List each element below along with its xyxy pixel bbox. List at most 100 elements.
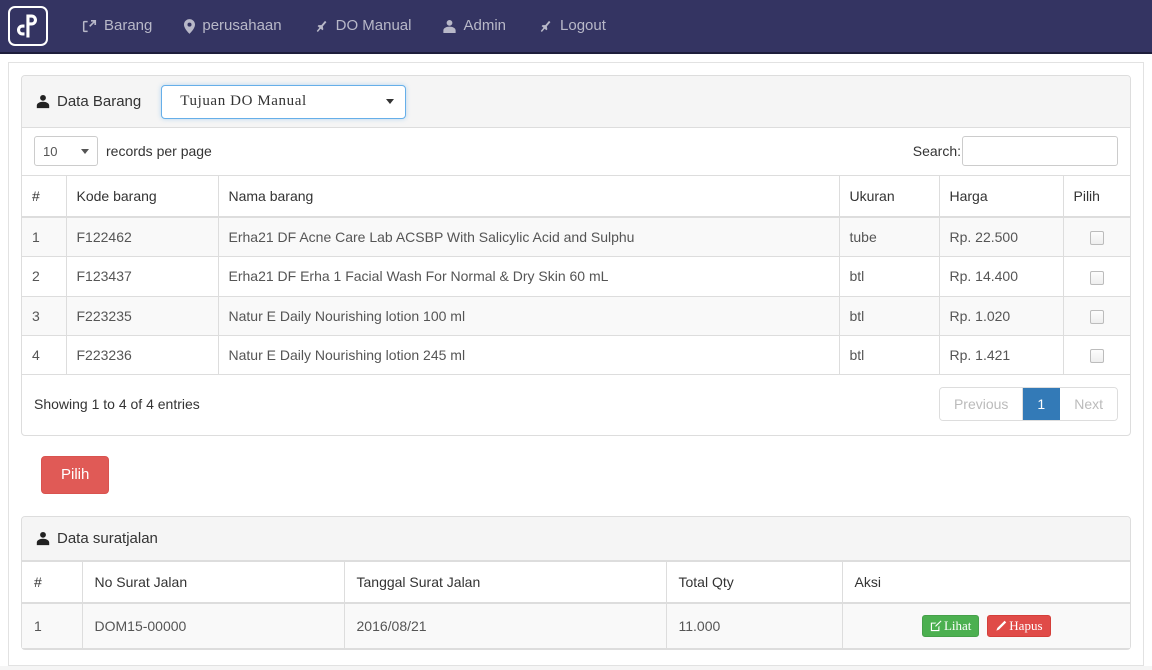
cell-aksi: Lihat Hapus [842, 603, 1130, 649]
cell-ukuran: tube [839, 217, 939, 257]
row-checkbox[interactable] [1090, 231, 1104, 245]
nav-item-do-manual[interactable]: DO Manual [298, 0, 428, 53]
row-checkbox[interactable] [1090, 349, 1104, 363]
col-header-harga: Harga [939, 176, 1063, 218]
col-header-ukuran: Ukuran [839, 176, 939, 218]
cell-no: 1 [22, 217, 66, 257]
row-checkbox[interactable] [1090, 271, 1104, 285]
pagination-previous[interactable]: Previous [940, 388, 1023, 420]
entries-info: Showing 1 to 4 of 4 entries [34, 396, 200, 412]
caret-down-icon [81, 149, 89, 154]
sign-out-icon [82, 19, 97, 34]
cell-harga: Rp. 22.500 [939, 217, 1063, 257]
suratjalan-header-row: # No Surat Jalan Tanggal Surat Jalan Tot… [22, 562, 1130, 604]
cell-no-surat: DOM15-00000 [82, 603, 344, 649]
panel-title-label: Data Barang [57, 93, 141, 110]
pagination: Previous 1 Next [939, 387, 1118, 421]
data-suratjalan-panel: Data suratjalan # No Surat Jalan Tanggal… [21, 516, 1131, 650]
nav-item-label: perusahaan [202, 0, 281, 53]
cell-tanggal: 2016/08/21 [344, 603, 666, 649]
nav-item-label: Admin [463, 0, 506, 53]
cell-no: 1 [22, 603, 82, 649]
pilih-button[interactable]: Pilih [41, 456, 109, 494]
cell-harga: Rp. 1.020 [939, 296, 1063, 335]
records-per-page-label: records per page [106, 143, 212, 159]
cell-kode: F122462 [66, 217, 218, 257]
col-header-nama: Nama barang [218, 176, 839, 218]
cell-ukuran: btl [839, 296, 939, 335]
cell-nama: Natur E Daily Nourishing lotion 245 ml [218, 335, 839, 374]
search-control: Search: [913, 136, 1118, 166]
top-navbar: Barang perusahaan DO Manual Admin Logout [0, 0, 1152, 54]
thumbtack-icon [314, 19, 329, 34]
col-header-no: # [22, 176, 66, 218]
col-header-pilih: Pilih [1063, 176, 1130, 218]
lihat-button[interactable]: Lihat [922, 615, 979, 637]
col-header-total-qty: Total Qty [666, 562, 842, 604]
edit-square-icon [930, 620, 942, 632]
user-icon [443, 19, 456, 34]
panel-title-label: Data suratjalan [57, 530, 158, 547]
cell-nama: Erha21 DF Acne Care Lab ACSBP With Salic… [218, 217, 839, 257]
data-suratjalan-panel-heading: Data suratjalan [22, 517, 1130, 561]
data-suratjalan-title: Data suratjalan [36, 530, 158, 547]
pencil-icon [995, 620, 1007, 632]
barang-table-body: 1 F122462 Erha21 DF Acne Care Lab ACSBP … [22, 217, 1130, 375]
cell-total-qty: 11.000 [666, 603, 842, 649]
cell-kode: F223236 [66, 335, 218, 374]
cell-nama: Natur E Daily Nourishing lotion 100 ml [218, 296, 839, 335]
barang-table-header-row: # Kode barang Nama barang Ukuran Harga P… [22, 176, 1130, 218]
cell-ukuran: btl [839, 335, 939, 374]
data-barang-panel-heading: Data Barang Tujuan DO Manual [22, 76, 1130, 128]
col-header-tanggal: Tanggal Surat Jalan [344, 562, 666, 604]
table-row: 1 DOM15-00000 2016/08/21 11.000 Lihat [22, 603, 1130, 649]
hapus-button-label: Hapus [1009, 619, 1042, 633]
suratjalan-table-head: # No Surat Jalan Tanggal Surat Jalan Tot… [22, 562, 1130, 604]
table-row: 2 F123437 Erha21 DF Erha 1 Facial Wash F… [22, 257, 1130, 296]
cell-no: 3 [22, 296, 66, 335]
nav-item-barang[interactable]: Barang [66, 0, 168, 53]
cell-nama: Erha21 DF Erha 1 Facial Wash For Normal … [218, 257, 839, 296]
app-logo-icon [16, 12, 40, 40]
barang-table: # Kode barang Nama barang Ukuran Harga P… [22, 175, 1130, 375]
navbar-links: Barang perusahaan DO Manual Admin Logout [66, 0, 622, 53]
cell-pilih [1063, 335, 1130, 374]
suratjalan-table-body: 1 DOM15-00000 2016/08/21 11.000 Lihat [22, 603, 1130, 649]
cell-ukuran: btl [839, 257, 939, 296]
nav-item-label: Logout [560, 0, 606, 53]
pagination-next[interactable]: Next [1060, 388, 1117, 420]
table-row: 3 F223235 Natur E Daily Nourishing lotio… [22, 296, 1130, 335]
cell-pilih [1063, 296, 1130, 335]
suratjalan-table: # No Surat Jalan Tanggal Surat Jalan Tot… [22, 561, 1130, 649]
page-bottom-area [0, 666, 1152, 670]
pagination-page-1[interactable]: 1 [1023, 388, 1060, 420]
col-header-kode: Kode barang [66, 176, 218, 218]
cell-kode: F223235 [66, 296, 218, 335]
cell-pilih [1063, 257, 1130, 296]
search-input[interactable] [962, 136, 1118, 166]
datatable-footer: Showing 1 to 4 of 4 entries Previous 1 N… [22, 375, 1130, 435]
lihat-button-label: Lihat [944, 619, 971, 633]
barang-table-head: # Kode barang Nama barang Ukuran Harga P… [22, 176, 1130, 218]
cell-harga: Rp. 1.421 [939, 335, 1063, 374]
nav-item-logout[interactable]: Logout [522, 0, 622, 53]
hapus-button[interactable]: Hapus [987, 615, 1050, 637]
cell-harga: Rp. 14.400 [939, 257, 1063, 296]
data-barang-title: Data Barang [36, 93, 141, 110]
nav-item-label: Barang [104, 0, 152, 53]
table-row: 1 F122462 Erha21 DF Acne Care Lab ACSBP … [22, 217, 1130, 257]
user-icon [36, 94, 50, 109]
col-header-no-surat: No Surat Jalan [82, 562, 344, 604]
nav-item-admin[interactable]: Admin [427, 0, 522, 53]
app-logo[interactable] [8, 6, 48, 46]
tujuan-do-manual-select[interactable]: Tujuan DO Manual [161, 85, 406, 119]
cell-pilih [1063, 217, 1130, 257]
user-icon [36, 531, 50, 546]
row-checkbox[interactable] [1090, 310, 1104, 324]
nav-item-perusahaan[interactable]: perusahaan [168, 0, 297, 53]
thumbtack-icon [538, 19, 553, 34]
records-per-page-value: 10 [43, 144, 57, 159]
records-per-page-select[interactable]: 10 [34, 136, 98, 166]
map-marker-icon [184, 19, 195, 34]
content-container: Data Barang Tujuan DO Manual 10 records … [8, 62, 1144, 666]
